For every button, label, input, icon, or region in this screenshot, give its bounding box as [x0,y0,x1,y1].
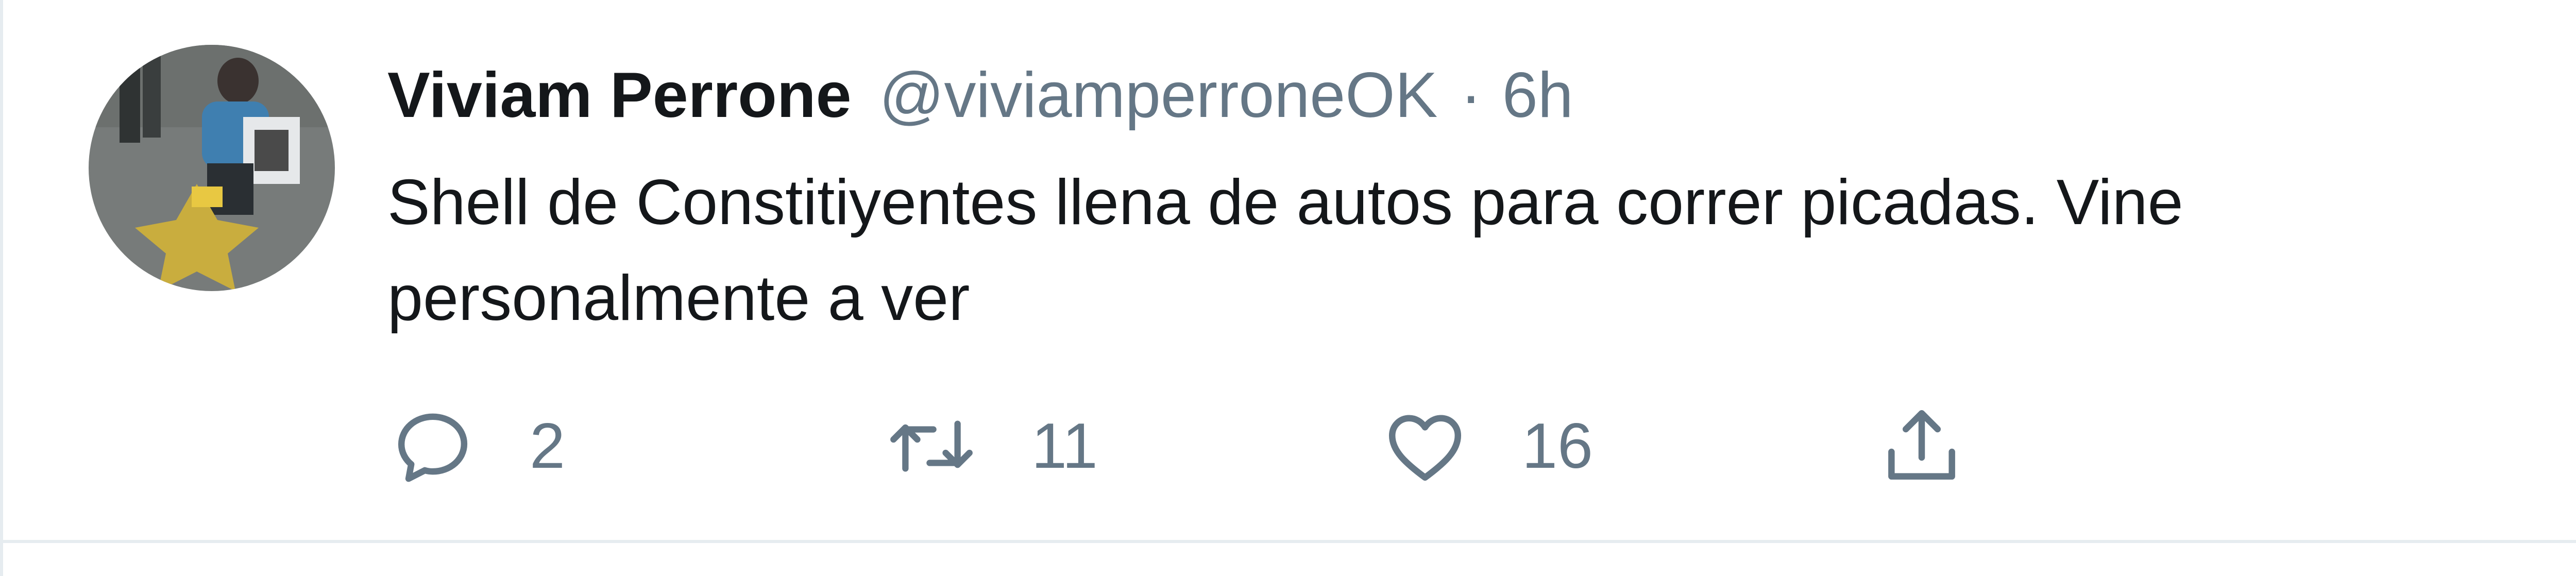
heart-icon [1388,415,1462,481]
author-handle[interactable]: @viviamperroneOK [879,59,1438,132]
separator-dot: · [1460,60,1482,131]
tweet-card[interactable]: Viviam Perrone @viviamperroneOK · 6h She… [0,0,2576,576]
like-button[interactable]: 16 [1380,396,1593,497]
reply-icon [398,413,468,482]
retweet-icon [890,420,973,472]
tweet-header: Viviam Perrone @viviamperroneOK · 6h [387,52,1573,139]
tweet-actions: 2 11 16 [387,396,2139,497]
like-count: 16 [1522,411,1593,482]
author-name[interactable]: Viviam Perrone [387,59,852,132]
retweet-button[interactable]: 11 [883,396,1098,497]
avatar-photo [89,45,335,291]
retweet-count: 11 [1031,411,1098,482]
share-button[interactable] [1876,396,1967,497]
avatar[interactable] [89,45,335,291]
share-icon [1888,410,1955,480]
reply-button[interactable]: 2 [387,396,565,497]
tweet-divider [3,540,2576,543]
tweet-text: Shell de Constitiyentes llena de autos p… [387,167,2183,334]
tweet-timestamp[interactable]: 6h [1502,59,1573,132]
reply-count: 2 [530,411,565,482]
